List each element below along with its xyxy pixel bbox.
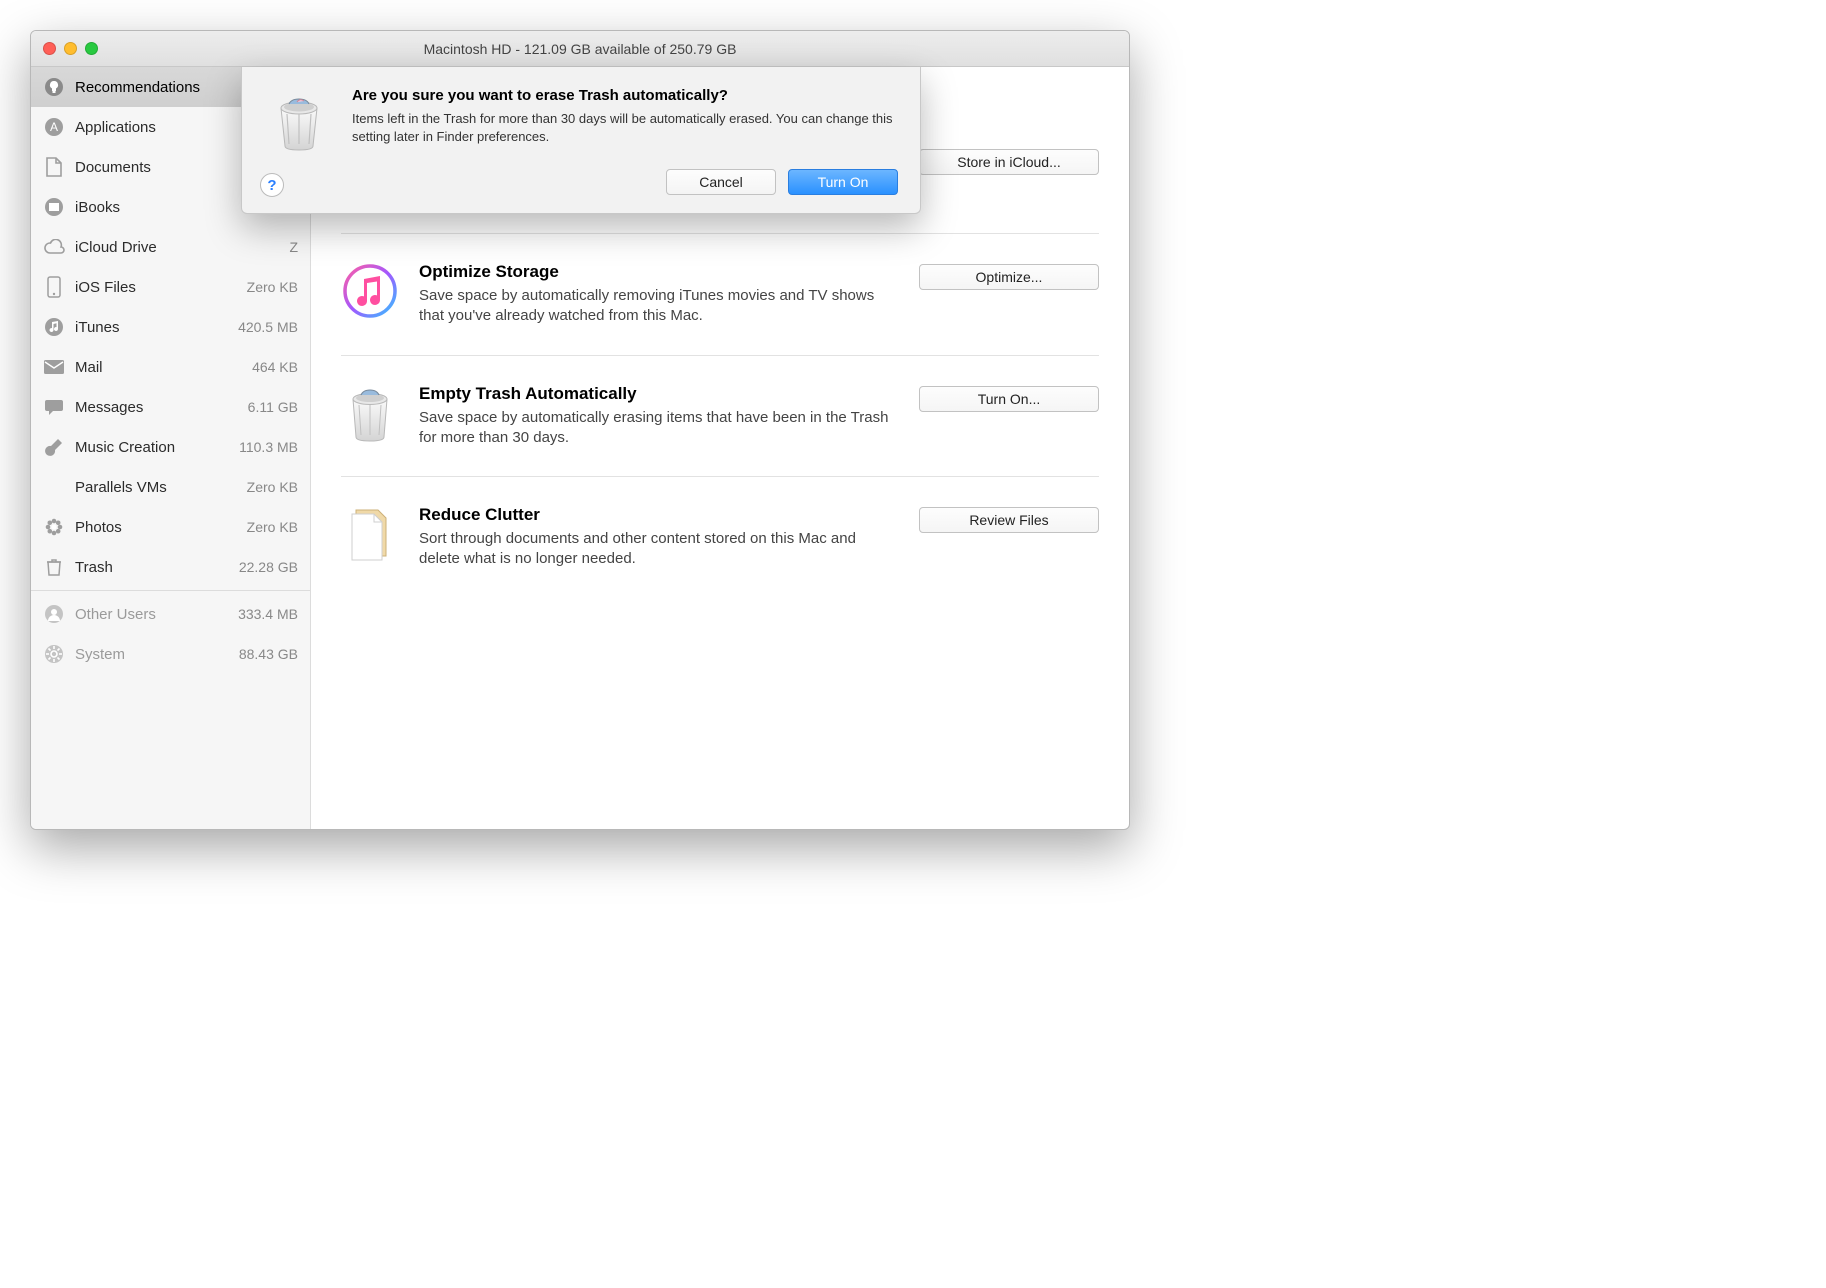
book-icon	[43, 196, 65, 218]
cancel-button[interactable]: Cancel	[666, 169, 776, 195]
review-files-button[interactable]: Review Files	[919, 507, 1099, 533]
cloud-icon	[43, 236, 65, 258]
blank-icon	[43, 476, 65, 498]
music-note-icon	[43, 316, 65, 338]
recommendation-reduce-clutter: Reduce Clutter Sort through documents an…	[341, 476, 1099, 598]
sidebar-item-label: iTunes	[75, 319, 228, 336]
sidebar-item-label: Mail	[75, 359, 242, 376]
window-title: Macintosh HD - 121.09 GB available of 25…	[31, 41, 1129, 57]
sidebar-item-mail[interactable]: Mail 464 KB	[31, 347, 310, 387]
sidebar-item-size: Zero KB	[247, 279, 298, 295]
app-icon: A	[43, 116, 65, 138]
trash-icon	[43, 556, 65, 578]
sidebar-separator	[31, 590, 310, 591]
sidebar-item-size: 22.28 GB	[239, 559, 298, 575]
sidebar-item-music-creation[interactable]: Music Creation 110.3 MB	[31, 427, 310, 467]
recommendation-title: Optimize Storage	[419, 262, 899, 282]
flower-icon	[43, 516, 65, 538]
docs-icon	[341, 505, 399, 563]
mail-icon	[43, 356, 65, 378]
sidebar-item-photos[interactable]: Photos Zero KB	[31, 507, 310, 547]
recommendation-description: Save space by automatically erasing item…	[419, 408, 899, 449]
turn-on--button[interactable]: Turn On...	[919, 386, 1099, 412]
dialog-body: Items left in the Trash for more than 30…	[352, 110, 898, 145]
dialog-title: Are you sure you want to erase Trash aut…	[352, 87, 898, 104]
sidebar-item-icloud-drive[interactable]: iCloud Drive Z	[31, 227, 310, 267]
sidebar-item-trash[interactable]: Trash 22.28 GB	[31, 547, 310, 587]
sidebar-item-size: 6.11 GB	[248, 399, 298, 415]
sidebar-item-size: Zero KB	[247, 519, 298, 535]
sidebar-item-size: 464 KB	[252, 359, 298, 375]
sidebar-item-size: 333.4 MB	[238, 606, 298, 622]
sidebar-item-size: 420.5 MB	[238, 319, 298, 335]
itunes-icon	[341, 262, 399, 320]
confirm-erase-trash-dialog: Are you sure you want to erase Trash aut…	[241, 67, 921, 214]
sidebar-item-system[interactable]: System 88.43 GB	[31, 634, 310, 674]
phone-icon	[43, 276, 65, 298]
recommendation-optimize-storage: Optimize Storage Save space by automatic…	[341, 233, 1099, 355]
recommendation-empty-trash-automatically: Empty Trash Automatically Save space by …	[341, 355, 1099, 477]
sidebar-item-size: Zero KB	[247, 479, 298, 495]
sidebar-item-label: iCloud Drive	[75, 239, 279, 256]
users-icon	[43, 603, 65, 625]
recommendation-description: Sort through documents and other content…	[419, 529, 899, 570]
recommendation-title: Empty Trash Automatically	[419, 384, 899, 404]
speech-icon	[43, 396, 65, 418]
sidebar-item-messages[interactable]: Messages 6.11 GB	[31, 387, 310, 427]
sidebar-item-label: Other Users	[75, 606, 228, 623]
guitar-icon	[43, 436, 65, 458]
sidebar-item-label: System	[75, 646, 229, 663]
sidebar-item-size: 110.3 MB	[239, 439, 298, 455]
sidebar-item-size: Z	[289, 239, 298, 255]
document-icon	[43, 156, 65, 178]
sidebar-item-label: Messages	[75, 399, 238, 416]
sidebar-item-ios-files[interactable]: iOS Files Zero KB	[31, 267, 310, 307]
sidebar-item-label: Trash	[75, 559, 229, 576]
recommendation-description: Save space by automatically removing iTu…	[419, 286, 899, 327]
trash-icon	[341, 384, 399, 442]
lightbulb-icon	[43, 76, 65, 98]
sidebar-item-label: iOS Files	[75, 279, 237, 296]
sidebar-item-itunes[interactable]: iTunes 420.5 MB	[31, 307, 310, 347]
recommendation-title: Reduce Clutter	[419, 505, 899, 525]
sidebar-item-label: Parallels VMs	[75, 479, 237, 496]
store-in-icloud--button[interactable]: Store in iCloud...	[919, 149, 1099, 175]
sidebar-item-label: Photos	[75, 519, 237, 536]
svg-text:A: A	[50, 120, 58, 134]
sidebar-item-size: 88.43 GB	[239, 646, 298, 662]
titlebar: Macintosh HD - 121.09 GB available of 25…	[31, 31, 1129, 67]
turn-on-button[interactable]: Turn On	[788, 169, 898, 195]
sidebar-item-parallels-vms[interactable]: Parallels VMs Zero KB	[31, 467, 310, 507]
sidebar-item-label: Music Creation	[75, 439, 229, 456]
optimize--button[interactable]: Optimize...	[919, 264, 1099, 290]
storage-window: Macintosh HD - 121.09 GB available of 25…	[30, 30, 1130, 830]
trash-icon	[264, 87, 334, 157]
sidebar-item-other-users[interactable]: Other Users 333.4 MB	[31, 594, 310, 634]
help-button[interactable]: ?	[260, 173, 284, 197]
gear-icon	[43, 643, 65, 665]
